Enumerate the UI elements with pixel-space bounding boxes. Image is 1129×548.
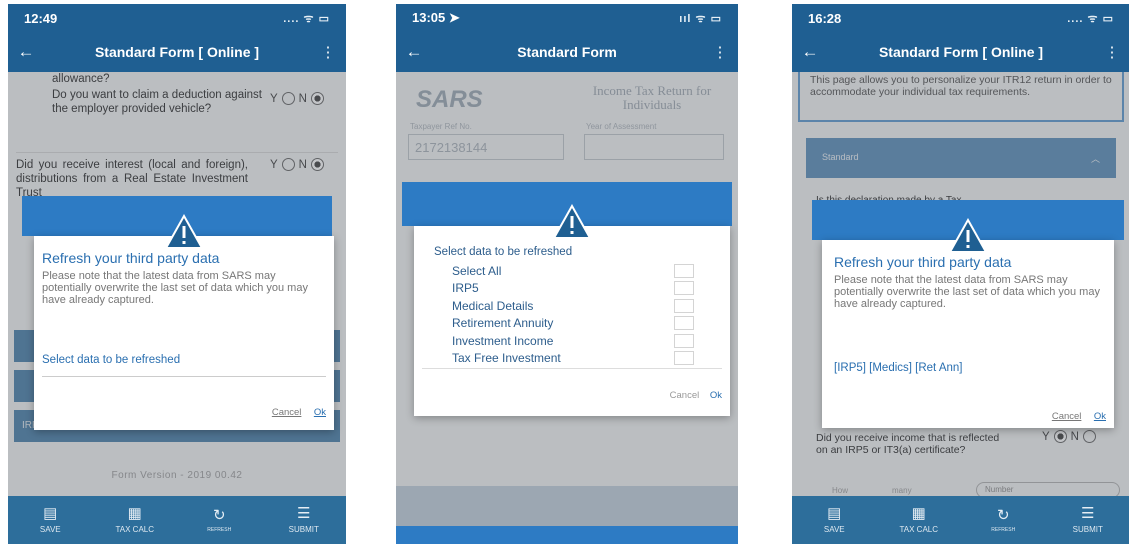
- checklist-item[interactable]: IRP5: [452, 280, 694, 298]
- nav-refresh[interactable]: ↻ REFRESH: [961, 496, 1046, 544]
- app-bar: ← Standard Form ⋮: [396, 32, 738, 72]
- nav-label: REFRESH: [991, 526, 1016, 533]
- checkbox[interactable]: [674, 298, 694, 313]
- nav-submit[interactable]: ☰ SUBMIT: [1046, 496, 1129, 544]
- checkbox[interactable]: [674, 281, 694, 296]
- item-label: Retirement Annuity: [452, 316, 554, 331]
- item-label: Investment Income: [452, 333, 554, 348]
- bottom-nav: ▤ SAVE ▦ TAX CALC ↻ REFRESH ☰ SUBMIT: [792, 496, 1129, 544]
- checklist-item[interactable]: Retirement Annuity: [452, 315, 694, 333]
- warning-icon: [164, 214, 204, 249]
- nav-submit[interactable]: ☰ SUBMIT: [262, 496, 347, 544]
- phone-screen-3: 16:28 .... ᯤ ▭ ← Standard Form [ Online …: [792, 4, 1129, 544]
- refresh-dialog: Select data to be refreshed Select All I…: [414, 204, 730, 416]
- overflow-menu-icon[interactable]: ⋮: [702, 32, 738, 72]
- item-label: Select All: [452, 263, 502, 278]
- dialog-message: Please note that the latest data from SA…: [834, 274, 1100, 310]
- overflow-menu-icon[interactable]: ⋮: [1094, 32, 1129, 72]
- status-bar: 13:05 ➤ ııl ᯤ ▭: [396, 4, 738, 32]
- select-data-label: Select data to be refreshed: [434, 246, 573, 258]
- status-time: 13:05 ➤: [412, 10, 460, 25]
- refresh-dialog: Refresh your third party data Please not…: [34, 214, 334, 430]
- status-bar: 12:49 .... ᯤ ▭: [8, 4, 346, 32]
- back-arrow-icon[interactable]: ←: [396, 32, 432, 72]
- app-bar: ← Standard Form [ Online ] ⋮: [792, 32, 1129, 72]
- nav-label: REFRESH: [207, 526, 232, 533]
- cancel-button[interactable]: Cancel: [1052, 411, 1082, 422]
- checkbox[interactable]: [674, 333, 694, 348]
- page-title: Standard Form [ Online ]: [878, 44, 1044, 60]
- app-bar: ← Standard Form [ Online ] ⋮: [8, 32, 346, 72]
- submit-icon: ☰: [297, 505, 311, 522]
- checklist-item[interactable]: Select All: [452, 262, 694, 280]
- nav-refresh[interactable]: ↻ REFRESH: [177, 496, 262, 544]
- nav-label: TAX CALC: [899, 525, 939, 534]
- calculator-icon: ▦: [911, 505, 926, 522]
- ok-button[interactable]: Ok: [1094, 411, 1106, 422]
- status-time: 12:49: [24, 10, 58, 26]
- calculator-icon: ▦: [127, 505, 142, 522]
- back-arrow-icon[interactable]: ←: [8, 32, 44, 72]
- checkbox[interactable]: [674, 351, 694, 366]
- warning-icon: [948, 218, 988, 253]
- bottom-nav: ▤ SAVE ▦ TAX CALC ↻ REFRESH ☰ SUBMIT: [8, 496, 346, 544]
- dialog-actions: Cancel Ok: [272, 402, 326, 420]
- page-title: Standard Form [ Online ]: [94, 44, 260, 60]
- status-icons: .... ᯤ ▭: [283, 12, 330, 25]
- checkbox[interactable]: [674, 263, 694, 278]
- phone-screen-1: 12:49 .... ᯤ ▭ ← Standard Form [ Online …: [8, 4, 346, 544]
- item-label: Medical Details: [452, 298, 534, 313]
- nav-tax-calc[interactable]: ▦ TAX CALC: [93, 496, 178, 544]
- ok-button[interactable]: Ok: [710, 390, 722, 401]
- overflow-menu-icon[interactable]: ⋮: [310, 32, 346, 72]
- dialog-actions: Cancel Ok: [1052, 406, 1106, 424]
- dialog-title: Refresh your third party data: [42, 250, 220, 266]
- save-icon: ▤: [827, 505, 842, 522]
- warning-icon: [552, 204, 592, 239]
- refresh-icon: ↻: [996, 506, 1010, 524]
- status-icons: .... ᯤ ▭: [1067, 12, 1114, 25]
- dialog-message: Please note that the latest data from SA…: [42, 270, 308, 306]
- data-checklist: Select All IRP5 Medical Details Retireme…: [452, 262, 694, 367]
- select-data-link[interactable]: Select data to be refreshed: [42, 354, 180, 366]
- nav-save[interactable]: ▤ SAVE: [792, 496, 877, 544]
- divider: [42, 376, 326, 377]
- dialog-actions: Cancel Ok: [670, 390, 722, 401]
- checklist-item[interactable]: Investment Income: [452, 332, 694, 350]
- refresh-dialog: Refresh your third party data Please not…: [822, 218, 1114, 428]
- selected-data-link[interactable]: [IRP5] [Medics] [Ret Ann]: [834, 362, 962, 374]
- submit-icon: ☰: [1081, 505, 1095, 522]
- checklist-item[interactable]: Medical Details: [452, 297, 694, 315]
- status-time: 16:28: [808, 10, 842, 26]
- nav-label: SUBMIT: [1072, 525, 1103, 534]
- dialog-title: Refresh your third party data: [834, 254, 1012, 270]
- nav-label: SAVE: [823, 525, 845, 534]
- bottom-bar: [396, 526, 738, 544]
- nav-save[interactable]: ▤ SAVE: [8, 496, 93, 544]
- status-icons: ııl ᯤ ▭: [679, 12, 722, 25]
- page-title: Standard Form: [517, 44, 617, 60]
- cancel-button[interactable]: Cancel: [272, 407, 302, 418]
- nav-tax-calc[interactable]: ▦ TAX CALC: [877, 496, 962, 544]
- ok-button[interactable]: Ok: [314, 407, 326, 418]
- checklist-item[interactable]: Tax Free Investment: [452, 350, 694, 368]
- nav-label: SAVE: [39, 525, 61, 534]
- nav-label: TAX CALC: [115, 525, 155, 534]
- item-label: IRP5: [452, 281, 479, 296]
- item-label: Tax Free Investment: [452, 351, 561, 366]
- screenshot-stage: 12:49 .... ᯤ ▭ ← Standard Form [ Online …: [0, 0, 1129, 548]
- phone-screen-2: 13:05 ➤ ııl ᯤ ▭ ← Standard Form ⋮ SARS I…: [396, 4, 738, 544]
- cancel-button[interactable]: Cancel: [670, 390, 700, 401]
- refresh-icon: ↻: [212, 506, 226, 524]
- back-arrow-icon[interactable]: ←: [792, 32, 828, 72]
- save-icon: ▤: [43, 505, 58, 522]
- checkbox[interactable]: [674, 316, 694, 331]
- status-bar: 16:28 .... ᯤ ▭: [792, 4, 1129, 32]
- nav-label: SUBMIT: [288, 525, 319, 534]
- divider: [422, 368, 722, 369]
